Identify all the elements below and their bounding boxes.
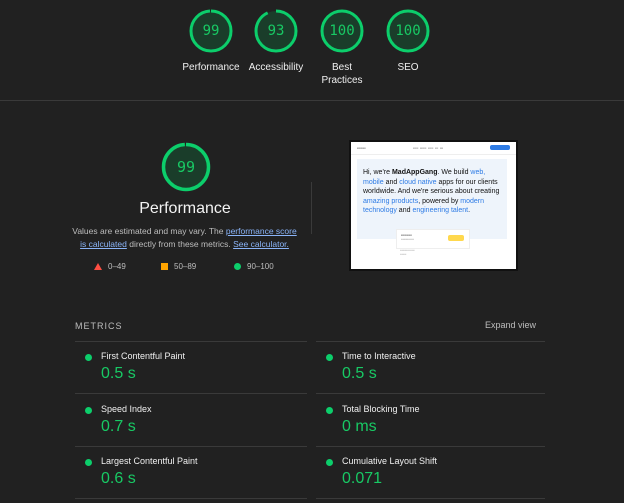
metric-value: 0.5 s	[342, 365, 377, 382]
metric-value: 0.071	[342, 470, 383, 487]
pass-circle-icon	[326, 459, 333, 466]
metric-speed-index: Speed Index 0.7 s	[75, 396, 305, 446]
performance-gauge[interactable]: 99	[189, 9, 233, 53]
thumbnail-cta-button	[490, 145, 510, 150]
metric-total-blocking-time: Total Blocking Time 0 ms	[316, 396, 546, 446]
metric-name: Time to Interactive	[342, 351, 416, 361]
hero-cloud: cloud native	[399, 178, 437, 186]
best-practices-label-line1: Best	[331, 62, 352, 73]
thumbnail-card: ▪▪▪▪▪▪▪▪▪▪ ▪▪▪▪▪▪▪▪▪▪▪▪▪▪	[396, 229, 470, 249]
pass-circle-icon	[85, 407, 92, 414]
performance-description: Values are estimated and may vary. The p…	[72, 225, 297, 251]
see-calculator-link[interactable]: See calculator.	[233, 239, 289, 249]
thumbnail-nav-links: ▪▪▪▪▪ ▪▪▪▪▪▪ ▪▪▪▪▪ ▪▪▪ ▪▪▪	[413, 146, 444, 150]
hero-brand: MadAppGang	[391, 169, 438, 176]
hero-engineering: engineering talent	[412, 207, 469, 215]
best-practices-score: 100	[329, 23, 355, 39]
performance-title: Performance	[139, 200, 231, 217]
average-square-icon	[161, 263, 168, 271]
metric-first-contentful-paint: First Contentful Paint 0.5 s	[75, 343, 305, 393]
legend-pass-label: 90–100	[247, 262, 274, 271]
hero-web: web,	[470, 169, 486, 176]
thumbnail-logo: ▪▪▪▪▪▪▪▪	[357, 146, 366, 150]
metrics-rule	[75, 341, 307, 342]
desc-text-1: Values are estimated and may vary. The	[72, 226, 226, 236]
metric-largest-contentful-paint: Largest Contentful Paint 0.6 s	[75, 448, 305, 498]
thumbnail-hero: Hi, we're MadAppGang. We build web, mobi…	[357, 159, 507, 239]
thumbnail-card-title: ▪▪▪▪▪▪▪▪▪▪	[401, 233, 412, 237]
legend-average-label: 50–89	[174, 262, 197, 271]
hero-mobile: mobile	[363, 178, 384, 186]
hero-text-b: . We build	[437, 169, 471, 176]
fail-triangle-icon	[94, 263, 102, 271]
hero-amazing: amazing products	[363, 197, 419, 205]
accessibility-gauge[interactable]: 93	[254, 9, 298, 53]
best-practices-gauge[interactable]: 100	[320, 9, 364, 53]
metrics-rule	[316, 393, 545, 394]
metric-name: Cumulative Layout Shift	[342, 456, 438, 466]
thumbnail-footnote: ▪▪▪▪▪▪▪▪▪▪▪▪▪▪▪▪ ▪▪▪▪▪▪▪	[400, 249, 415, 256]
thumbnail-hero-text: Hi, we're MadAppGang. We build web, mobi…	[363, 168, 503, 216]
pass-circle-icon	[326, 407, 333, 414]
vertical-separator	[311, 182, 312, 234]
pass-circle-icon	[234, 263, 241, 271]
best-practices-label-line2: Practices	[321, 75, 363, 86]
accessibility-score: 93	[267, 23, 285, 39]
seo-gauge[interactable]: 100	[386, 9, 430, 53]
thumbnail-card-button	[448, 235, 464, 241]
performance-main-gauge: 99	[161, 142, 211, 192]
metric-time-to-interactive: Time to Interactive 0.5 s	[316, 343, 546, 393]
expand-view-toggle[interactable]: Expand view	[485, 320, 536, 330]
metric-value: 0 ms	[342, 418, 377, 435]
section-divider	[0, 100, 624, 101]
metric-value: 0.5 s	[101, 365, 136, 382]
pass-circle-icon	[85, 459, 92, 466]
metric-name: First Contentful Paint	[101, 351, 186, 361]
hero-and-2: and	[396, 207, 413, 215]
page-screenshot-thumbnail[interactable]: ▪▪▪▪▪▪▪▪ ▪▪▪▪▪ ▪▪▪▪▪▪ ▪▪▪▪▪ ▪▪▪ ▪▪▪ Hi, …	[349, 140, 518, 271]
desc-text-2: directly from these metrics.	[126, 239, 234, 249]
thumbnail-navbar: ▪▪▪▪▪▪▪▪ ▪▪▪▪▪ ▪▪▪▪▪▪ ▪▪▪▪▪ ▪▪▪ ▪▪▪	[351, 142, 516, 155]
pass-circle-icon	[85, 354, 92, 361]
metric-name: Total Blocking Time	[342, 404, 420, 414]
metric-cumulative-layout-shift: Cumulative Layout Shift 0.071	[316, 448, 546, 498]
legend-pass: 90–100	[234, 262, 274, 271]
hero-end: .	[468, 207, 471, 215]
pass-circle-icon	[326, 354, 333, 361]
legend-fail-label: 0–49	[108, 262, 126, 271]
metrics-rule	[75, 446, 307, 447]
metrics-heading: METRICS	[75, 321, 123, 331]
legend-average: 50–89	[161, 262, 196, 271]
metric-name: Largest Contentful Paint	[101, 456, 198, 466]
seo-label: SEO	[397, 62, 419, 73]
metrics-rule	[75, 393, 307, 394]
performance-score: 99	[202, 23, 220, 39]
metrics-rule	[316, 498, 545, 499]
metrics-rule	[316, 446, 545, 447]
metrics-rule	[75, 498, 307, 499]
metrics-rule	[316, 341, 545, 342]
legend-fail: 0–49	[94, 262, 126, 271]
hero-text-a: Hi, we're	[363, 169, 392, 176]
thumbnail-card-subtitle: ▪▪▪▪▪▪▪▪▪▪▪▪▪▪	[401, 238, 414, 241]
seo-score: 100	[395, 23, 421, 39]
category-gauges: 99 Performance 93 Accessibility 100 Best…	[0, 0, 624, 100]
score-legend: 0–49 50–89 90–100	[0, 262, 312, 274]
performance-main-score: 99	[176, 158, 196, 176]
metric-value: 0.7 s	[101, 418, 136, 435]
metric-name: Speed Index	[101, 404, 152, 414]
hero-text-d: , powered by	[418, 197, 461, 205]
metric-value: 0.6 s	[101, 470, 136, 487]
hero-and-1: and	[383, 178, 400, 186]
